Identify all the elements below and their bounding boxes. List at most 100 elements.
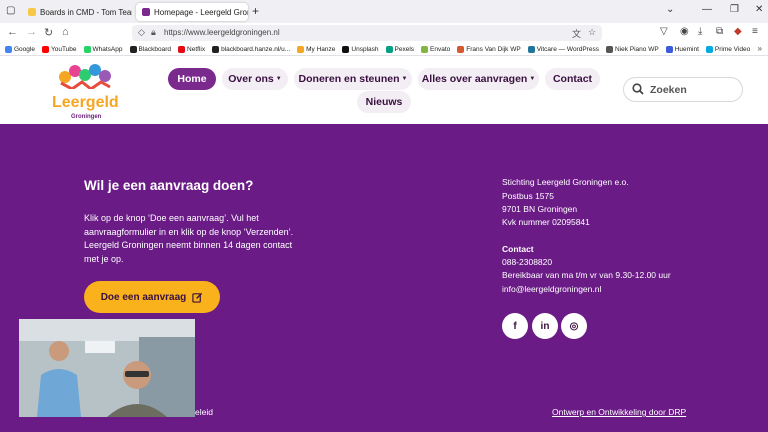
caret-down-icon: ▼	[275, 76, 282, 82]
maximize-icon[interactable]: ❐	[730, 4, 739, 15]
search-placeholder: Zoeken	[650, 84, 687, 96]
bookmark-item[interactable]: WhatsApp	[83, 45, 123, 53]
bookmark-item[interactable]: Unsplash	[342, 45, 379, 53]
extensions-icon[interactable]: ⧉	[716, 26, 723, 37]
bookmark-favicon-icon	[5, 45, 12, 53]
bookmark-label: My Hanze	[306, 45, 336, 53]
bookmark-item[interactable]: blackboard.hanze.nl/u...	[212, 45, 291, 53]
bookmark-label: Niek Piano WP	[614, 45, 659, 53]
close-window-icon[interactable]: ✕	[755, 4, 763, 15]
bookmark-favicon-icon	[178, 45, 186, 53]
bookmark-label: Prime Video	[714, 45, 751, 53]
contact-email[interactable]: info@leergeldgroningen.nl	[502, 284, 601, 294]
bookmark-label: Netflix	[187, 45, 206, 53]
bookmark-item[interactable]: Google	[5, 45, 35, 53]
tab-homepage[interactable]: Homepage - Leergeld Groningen ✕	[136, 3, 248, 21]
browser-toolbar: ← → ↻ ⌂ ◇ 🔒︎ https://www.leergeldgroning…	[0, 23, 768, 43]
url-text[interactable]: https://www.leergeldgroningen.nl	[164, 28, 280, 37]
bookmark-item[interactable]: Niek Piano WP	[605, 45, 659, 53]
nav-label: Over ons	[228, 73, 274, 85]
bookmark-favicon-icon	[705, 45, 713, 53]
translate-icon[interactable]: 文	[572, 27, 581, 40]
doe-een-aanvraag-button[interactable]: Doe een aanvraag	[84, 281, 220, 313]
bookmark-favicon-icon	[385, 45, 393, 53]
download-icon[interactable]: ⤓	[698, 26, 702, 37]
reload-icon[interactable]: ↻	[44, 26, 53, 39]
bookmarks-bar: Google YouTube WhatsApp Blackboard Netflix bl…	[0, 43, 768, 56]
nav-doneren-en-steunen[interactable]: Doneren en steunen ▼	[294, 68, 412, 90]
site-header: Leergeld Groningen Home Over ons ▼ Donere…	[0, 56, 768, 124]
bookmark-label: Frans Van Dijk WP	[466, 45, 521, 53]
minimize-icon[interactable]: —	[702, 4, 712, 15]
bookmark-label: Unsplash	[351, 45, 379, 53]
cta-label: Doe een aanvraag	[100, 291, 187, 303]
bookmark-favicon-icon	[605, 45, 613, 53]
url-bar[interactable]: ◇ 🔒︎ https://www.leergeldgroningen.nl 文 …	[132, 25, 602, 41]
footer-heading: Wil je een aanvraag doen?	[84, 178, 254, 193]
tab-list-icon[interactable]: ⌄	[666, 4, 674, 15]
bookmark-item[interactable]: Netflix	[178, 45, 206, 53]
new-tab-button[interactable]: +	[252, 4, 259, 18]
bookmark-item[interactable]: Frans Van Dijk WP	[457, 45, 521, 53]
nav-over-ons[interactable]: Over ons ▼	[222, 68, 288, 90]
home-icon[interactable]: ⌂	[62, 26, 69, 38]
bookmark-item[interactable]: Vitcare — WordPress	[527, 45, 599, 53]
account-icon[interactable]: ◉	[680, 26, 689, 37]
bookmark-item[interactable]: Envato	[421, 45, 451, 53]
bookmark-favicon-icon	[457, 45, 465, 53]
shield-icon[interactable]: ◇	[138, 27, 145, 38]
tab-boards[interactable]: Boards in CMD - Tom Team - … ✕	[22, 3, 132, 21]
address-line: 9701 BN Groningen	[502, 204, 578, 214]
bookmark-item[interactable]: YouTube	[41, 45, 77, 53]
bookmark-star-icon[interactable]: ☆	[588, 27, 596, 38]
nav-label: Doneren en steunen	[298, 73, 400, 85]
tab-label: Boards in CMD - Tom Team - …	[40, 7, 132, 17]
bookmark-label: Google	[14, 45, 35, 53]
contact-phone[interactable]: 088-2308820	[502, 257, 552, 267]
nav-label: Alles over aanvragen	[421, 73, 528, 85]
lock-icon[interactable]: 🔒︎	[151, 27, 156, 38]
privacy-link[interactable]: eleid	[195, 407, 213, 417]
address-line: Stichting Leergeld Groningen e.o.	[502, 177, 629, 187]
bookmark-item[interactable]: Blackboard	[129, 45, 171, 53]
nav-alles-over-aanvragen[interactable]: Alles over aanvragen ▼	[418, 68, 539, 90]
bookmark-item[interactable]: Huemint	[665, 45, 699, 53]
bookmark-favicon-icon	[297, 45, 305, 53]
nav-label: Contact	[552, 73, 593, 85]
bookmark-favicon-icon	[527, 45, 535, 53]
webcam-overlay	[19, 319, 195, 417]
address-line: Postbus 1575	[502, 191, 554, 201]
contact-hours: Bereikbaar van ma t/m vr van 9.30-12.00 …	[502, 270, 671, 280]
bookmark-label: YouTube	[50, 45, 77, 53]
address-line: Kvk nummer 02095841	[502, 217, 590, 227]
nav-nieuws[interactable]: Nieuws	[357, 91, 411, 113]
bookmark-label: blackboard.hanze.nl/u...	[221, 45, 291, 53]
nav-label: Nieuws	[365, 96, 403, 108]
search-input[interactable]: Zoeken	[623, 77, 743, 102]
extension-badge-icon[interactable]: ◆	[734, 26, 742, 37]
bookmark-favicon-icon	[342, 45, 350, 53]
nav-home[interactable]: Home	[168, 68, 216, 90]
webcam-video-image	[19, 319, 195, 417]
bookmarks-overflow-icon[interactable]: »	[758, 44, 762, 53]
bookmark-item[interactable]: My Hanze	[297, 45, 336, 53]
leergeld-logo[interactable]: Leergeld Groningen	[52, 61, 119, 123]
logo-subtitle: Groningen	[71, 114, 102, 120]
nav-contact[interactable]: Contact	[545, 68, 600, 90]
instagram-icon[interactable]: ◎	[561, 313, 587, 339]
bookmark-item[interactable]: Prime Video	[705, 45, 751, 53]
nav-label: Home	[177, 73, 207, 85]
logo-title: Leergeld	[52, 94, 119, 111]
bookmark-favicon-icon	[83, 45, 91, 53]
bookmark-item[interactable]: Pexels	[385, 45, 414, 53]
back-icon[interactable]: ←	[7, 26, 18, 38]
linkedin-icon[interactable]: in	[532, 313, 558, 339]
pocket-icon[interactable]: ▽	[660, 26, 668, 37]
bookmark-label: Envato	[430, 45, 451, 53]
forward-icon[interactable]: →	[26, 26, 37, 38]
credits-link[interactable]: Ontwerp en Ontwikkeling door DRP	[552, 407, 686, 417]
menu-icon[interactable]: ≡	[752, 26, 758, 37]
caret-down-icon: ▼	[401, 76, 408, 82]
tab-overview-icon[interactable]: ▢	[6, 5, 15, 16]
facebook-icon[interactable]: f	[502, 313, 528, 339]
